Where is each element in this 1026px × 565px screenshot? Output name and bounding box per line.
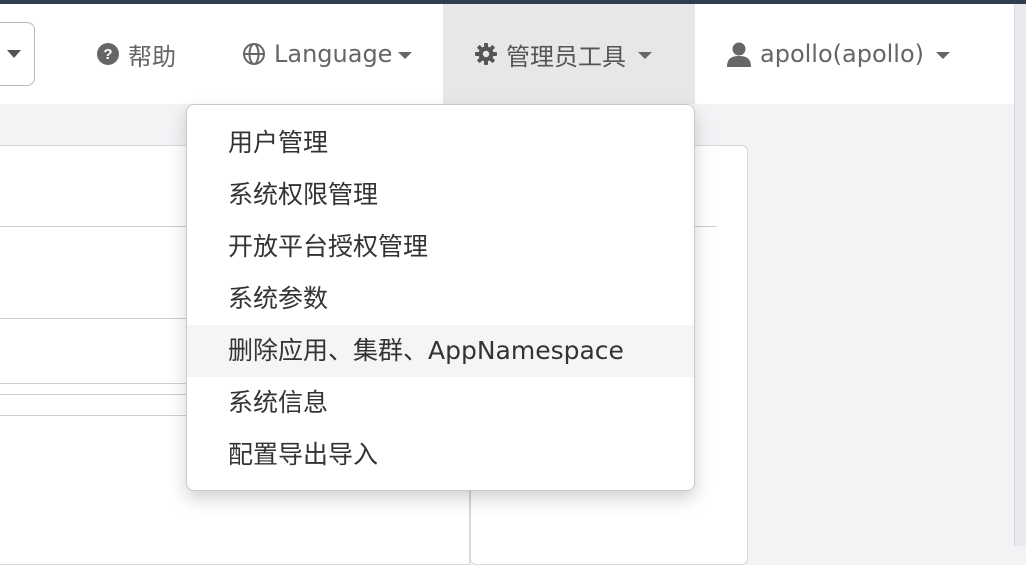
menu-item-open-platform-auth[interactable]: 开放平台授权管理 <box>187 221 694 273</box>
menu-item-delete-app-cluster-namespace[interactable]: 删除应用、集群、AppNamespace <box>187 325 694 377</box>
menu-item-config-export-import[interactable]: 配置导出导入 <box>187 429 694 481</box>
chevron-down-icon <box>638 51 652 59</box>
chevron-down-icon <box>398 51 413 59</box>
globe-icon <box>242 42 266 66</box>
environment-select[interactable] <box>0 22 35 86</box>
menu-item-user-management[interactable]: 用户管理 <box>187 117 694 169</box>
nav-help[interactable]: ? 帮助 <box>96 4 176 104</box>
nav-user[interactable]: apollo(apollo) <box>726 4 951 104</box>
chevron-down-icon <box>936 51 951 59</box>
user-icon <box>726 41 752 67</box>
menu-item-system-parameters[interactable]: 系统参数 <box>187 273 694 325</box>
svg-text:?: ? <box>103 46 112 63</box>
gear-icon <box>474 42 498 66</box>
navbar: ? 帮助 Language 管理员工具 apollo(apollo) <box>0 4 1014 104</box>
scrollbar[interactable] <box>1014 4 1026 546</box>
question-circle-icon: ? <box>96 42 120 66</box>
nav-admin-tools-label: 管理员工具 <box>506 42 626 71</box>
nav-admin-tools[interactable]: 管理员工具 <box>443 4 695 104</box>
chevron-down-icon <box>7 50 21 58</box>
nav-language-label: Language <box>274 40 393 68</box>
menu-item-system-permissions[interactable]: 系统权限管理 <box>187 169 694 221</box>
admin-tools-dropdown: 用户管理 系统权限管理 开放平台授权管理 系统参数 删除应用、集群、AppNam… <box>186 104 695 491</box>
nav-user-label: apollo(apollo) <box>760 40 925 68</box>
nav-language[interactable]: Language <box>242 4 413 104</box>
nav-help-label: 帮助 <box>128 42 176 71</box>
menu-item-system-info[interactable]: 系统信息 <box>187 377 694 429</box>
